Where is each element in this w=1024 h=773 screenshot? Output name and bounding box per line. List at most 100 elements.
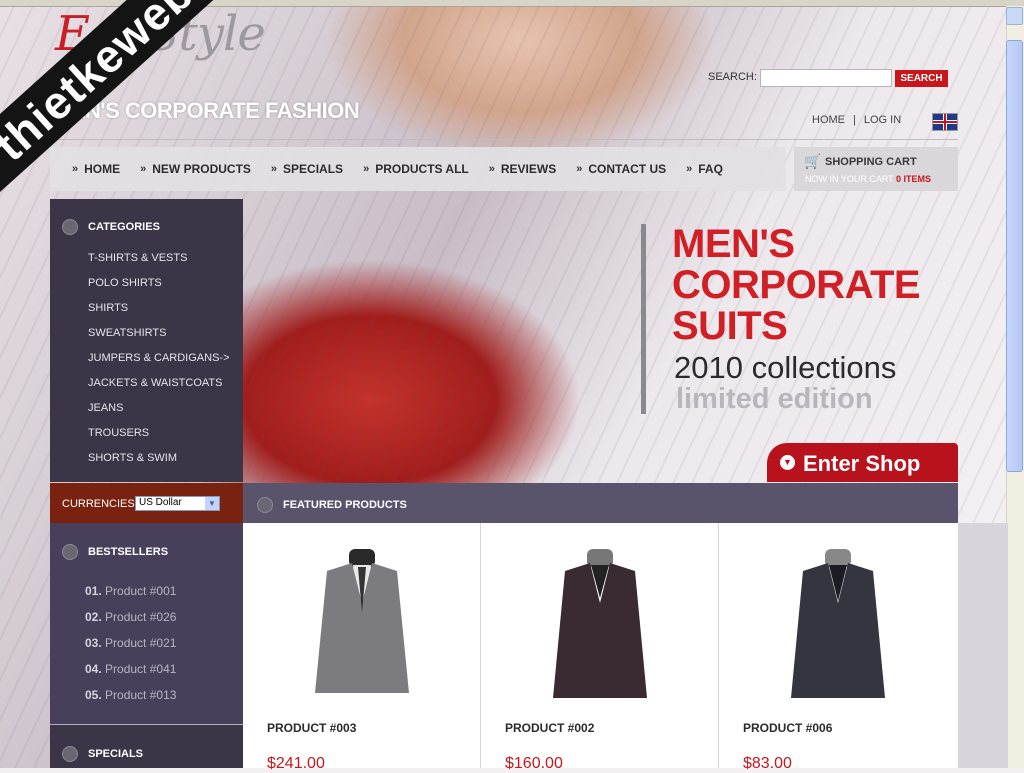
enter-shop-label: Enter Shop [803,451,921,476]
bestsellers-title: BESTSELLERS [88,545,169,558]
category-item[interactable]: SHORTS & SWIM [88,452,230,477]
specials-title: SPECIALS [88,747,144,760]
product-card[interactable]: PRODUCT #006 $83.00 [719,523,956,772]
link-separator: | [853,114,856,126]
nav-item-label: REVIEWS [500,162,557,176]
category-item[interactable]: T-SHIRTS & VESTS [88,252,230,277]
product-image[interactable] [535,543,665,703]
bestseller-list: 01. Product #001 02. Product #026 03. Pr… [85,584,176,714]
cart-icon: 🛒 [804,153,822,169]
bullet-circle-icon [62,543,78,560]
currency-label: CURRENCIES: [62,498,138,510]
nav-item-label: FAQ [698,162,723,176]
bestseller-item[interactable]: 03. Product #021 [85,636,176,662]
bestseller-num: 02. [85,610,102,624]
bestsellers-heading: BESTSELLERS [62,543,168,561]
arrow-down-circle-icon: ▼ [780,455,795,470]
nav-item-home[interactable]: » HOME [72,162,120,176]
bestseller-name: Product #026 [105,610,177,624]
bestseller-num: 01. [85,584,102,598]
nav-item-contact-us[interactable]: » CONTACT US [576,162,666,176]
scroll-thumb[interactable] [1006,40,1023,472]
nav-item-specials[interactable]: » SPECIALS [271,162,343,176]
chevron-right-icon: » [686,163,693,175]
banner-edition: limited edition [676,383,873,415]
banner-headline: MEN'S CORPORATE SUITS [672,222,921,348]
currency-select[interactable]: US Dollar ▼ [135,496,220,511]
product-price: $160.00 [505,755,563,772]
bestseller-name: Product #001 [105,584,177,598]
bestseller-item[interactable]: 02. Product #026 [85,610,176,636]
search-button[interactable]: SEARCH [895,70,948,87]
product-image[interactable] [773,543,903,703]
banner-line-3: SUITS [672,304,788,348]
shopping-cart-box[interactable]: 🛒 SHOPPING CART NOW IN YOUR CART 0 ITEMS [794,147,958,191]
product-card[interactable]: PRODUCT #002 $160.00 [481,523,719,772]
uk-flag-icon[interactable] [932,113,958,131]
product-name[interactable]: PRODUCT #006 [743,721,832,735]
product-image[interactable] [297,543,427,703]
banner-accent-bar [641,224,646,414]
bestseller-num: 05. [85,688,102,702]
nav-item-label: SPECIALS [283,162,344,176]
category-item[interactable]: POLO SHIRTS [88,277,230,302]
chevron-right-icon: » [576,163,583,175]
bestseller-item[interactable]: 01. Product #001 [85,584,176,610]
cart-status: NOW IN YOUR CART 0 ITEMS [805,174,931,184]
login-link[interactable]: LOG IN [864,114,901,126]
home-link[interactable]: HOME [812,114,845,126]
search-label: SEARCH: [708,71,757,83]
product-price: $83.00 [743,755,792,772]
bestseller-item[interactable]: 05. Product #013 [85,688,176,714]
product-grid: PRODUCT #003 $241.00 PRODUCT #002 $160.0… [243,523,958,772]
currency-selected: US Dollar [139,497,182,508]
nav-item-reviews[interactable]: » REVIEWS [489,162,556,176]
product-name[interactable]: PRODUCT #003 [267,721,356,735]
bullet-circle-icon [62,745,78,762]
product-name[interactable]: PRODUCT #002 [505,721,594,735]
chevron-right-icon: » [140,163,147,175]
banner-line-1: MEN'S [672,222,795,266]
nav-item-label: HOME [84,162,121,176]
bestseller-item[interactable]: 04. Product #041 [85,662,176,688]
chevron-down-icon: ▼ [205,497,219,510]
chevron-right-icon: » [270,163,278,175]
bestseller-num: 04. [85,662,102,676]
chevron-right-icon: » [488,163,495,175]
bestseller-name: Product #013 [105,688,177,702]
specials-heading: SPECIALS [62,745,143,763]
categories-title: CATEGORIES [88,220,160,233]
nav-divider [50,139,958,140]
nav-item-label: NEW PRODUCTS [152,162,251,176]
nav-item-label: CONTACT US [588,162,667,176]
product-card[interactable]: PRODUCT #003 $241.00 [243,523,481,772]
nav-item-products-all[interactable]: » PRODUCTS ALL [363,162,469,176]
bestseller-name: Product #041 [105,662,177,676]
category-item[interactable]: JACKETS & WAISTCOATS [88,377,230,402]
featured-heading: FEATURED PRODUCTS [257,496,407,514]
top-links: HOME | LOG IN [812,114,901,126]
bullet-circle-icon [257,496,273,513]
featured-title: FEATURED PRODUCTS [283,498,407,511]
nav-item-new-products[interactable]: » NEW PRODUCTS [140,162,251,176]
categories-heading: CATEGORIES [62,218,160,236]
product-price: $241.00 [267,755,325,772]
category-item[interactable]: SHIRTS [88,302,230,327]
chevron-right-icon: » [72,163,79,175]
banner-line-2: CORPORATE [672,263,921,307]
search-input[interactable] [760,69,892,87]
category-item[interactable]: JUMPERS & CARDIGANS-> [88,352,230,377]
cart-title: SHOPPING CART [825,156,917,168]
cart-status-text: NOW IN YOUR CART [805,174,894,184]
cart-count: 0 ITEMS [896,174,932,184]
nav-item-faq[interactable]: » FAQ [686,162,723,176]
banner-subtitle: 2010 collections [674,350,897,385]
bullet-circle-icon [62,218,78,235]
category-item[interactable]: TROUSERS [88,427,230,452]
chevron-right-icon: » [363,163,370,175]
category-item[interactable]: SWEATSHIRTS [88,327,230,352]
bestseller-name: Product #021 [105,636,177,650]
category-item[interactable]: JEANS [88,402,230,427]
enter-shop-button[interactable]: ▼ Enter Shop [767,443,958,482]
scroll-up-button[interactable] [1006,7,1023,25]
